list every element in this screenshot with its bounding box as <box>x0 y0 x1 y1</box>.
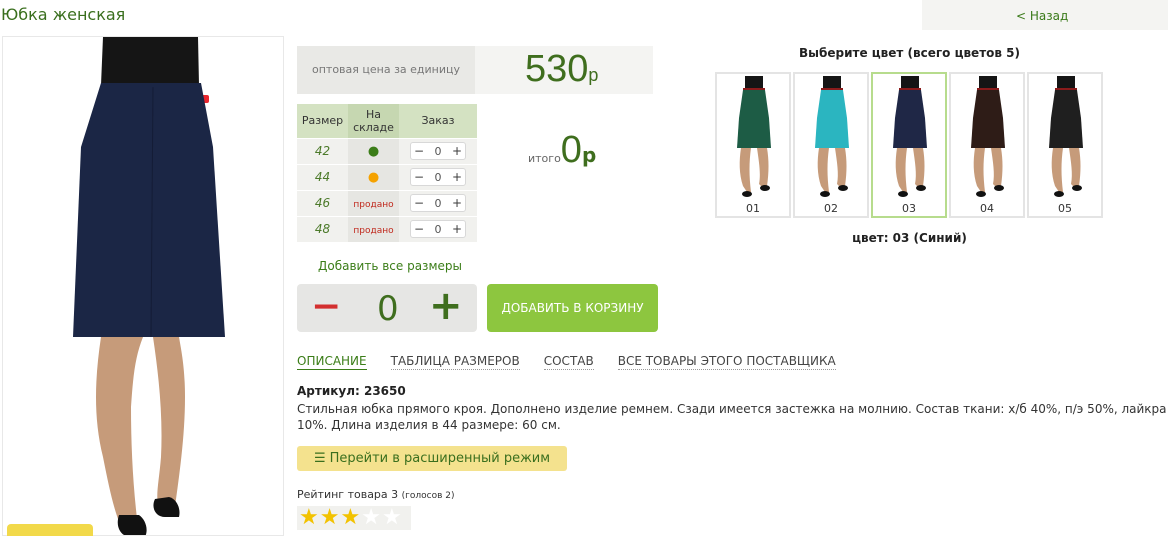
column-header-order: Заказ <box>399 104 477 138</box>
color-number: 01 <box>746 202 760 215</box>
product-photo[interactable] <box>2 36 284 536</box>
size-value: 46 <box>297 189 348 216</box>
tab-2[interactable]: СОСТАВ <box>543 354 594 370</box>
color-swatch-02[interactable]: 02 <box>793 72 869 218</box>
plus-button[interactable]: + <box>452 144 462 158</box>
sold-label: продано <box>353 225 394 236</box>
size-qty-stepper: − 0 + <box>410 168 466 186</box>
star-filled-icon[interactable]: ★ <box>340 507 360 529</box>
unit-price: 530р <box>525 48 599 90</box>
color-number: 03 <box>902 202 916 215</box>
rating-stars[interactable]: ★ ★ ★ ★ ★ <box>297 506 411 530</box>
size-qty-stepper: − 0 + <box>410 194 466 212</box>
color-heading: Выберите цвет (всего цветов 5) <box>799 46 1020 60</box>
order-cell: − 0 + <box>399 189 477 216</box>
rating-label: Рейтинг товара 3 (голосов 2) <box>297 488 455 501</box>
product-description: Стильная юбка прямого кроя. Дополнено из… <box>297 402 1167 432</box>
plus-button[interactable]: + <box>452 170 462 184</box>
stock-cell: ● <box>348 137 399 164</box>
size-qty-value[interactable]: 0 <box>435 197 442 210</box>
article-number: Артикул: 23650 <box>297 384 406 398</box>
column-header-stock: На складе <box>348 104 399 138</box>
skirt-thumbnail-image <box>1049 76 1083 197</box>
minus-button[interactable]: − <box>414 196 424 210</box>
column-header-size: Размер <box>297 104 348 138</box>
star-filled-icon[interactable]: ★ <box>320 507 340 529</box>
size-qty-value[interactable]: 0 <box>435 171 442 184</box>
plus-button[interactable]: + <box>452 196 462 210</box>
size-qty-stepper: − 0 + <box>410 220 466 239</box>
stock-cell: продано <box>348 215 399 242</box>
size-row: 42 ● − 0 + <box>297 137 477 164</box>
star-empty-icon[interactable]: ★ <box>361 507 381 529</box>
color-swatch-04[interactable]: 04 <box>949 72 1025 218</box>
stock-dot-icon: ● <box>367 143 380 159</box>
minus-button[interactable]: − <box>414 170 424 184</box>
stock-cell: ● <box>348 163 399 190</box>
photo-badge[interactable] <box>7 524 93 536</box>
order-cell: − 0 + <box>399 215 477 242</box>
minus-button[interactable]: − <box>414 222 424 236</box>
price-value-box: 530р <box>475 46 653 94</box>
description-tabs: ОПИСАНИЕ ТАБЛИЦА РАЗМЕРОВ СОСТАВ ВСЕ ТОВАРЫ… <box>297 354 836 370</box>
tab-1[interactable]: ТАБЛИЦА РАЗМЕРОВ <box>390 354 520 370</box>
skirt-thumbnail-image <box>971 76 1005 197</box>
size-row: 46 продано − 0 + <box>297 189 477 216</box>
color-swatches: 01 02 03 04 05 <box>715 72 1105 218</box>
advanced-mode-label: Перейти в расширенный режим <box>329 451 551 466</box>
page-title: Юбка женская <box>1 5 126 24</box>
color-swatch-05[interactable]: 05 <box>1027 72 1103 218</box>
price-label-box: оптовая цена за единицу <box>297 46 475 94</box>
quantity-minus-button[interactable]: − <box>311 285 341 329</box>
color-swatch-03[interactable]: 03 <box>871 72 947 218</box>
minus-button[interactable]: − <box>414 144 424 158</box>
tab-3[interactable]: ВСЕ ТОВАРЫ ЭТОГО ПОСТАВЩИКА <box>617 354 836 370</box>
plus-button[interactable]: + <box>452 222 462 236</box>
color-number: 05 <box>1058 202 1072 215</box>
add-to-cart-button[interactable]: ДОБАВИТЬ В КОРЗИНУ <box>487 284 658 332</box>
size-qty-value[interactable]: 0 <box>435 223 442 236</box>
quantity-plus-button[interactable]: + <box>429 284 463 328</box>
list-icon: ☰ <box>313 451 326 466</box>
tab-0[interactable]: ОПИСАНИЕ <box>297 354 367 370</box>
stock-dot-icon: ● <box>367 169 380 185</box>
order-cell: − 0 + <box>399 137 477 164</box>
size-value: 44 <box>297 163 348 190</box>
selected-color-label: цвет: 03 (Синий) <box>852 231 967 245</box>
size-qty-value[interactable]: 0 <box>435 145 442 158</box>
skirt-thumbnail-image <box>893 76 927 197</box>
size-order-table: Размер На складе Заказ 42 ● − 0 + 44 ● −… <box>297 104 477 242</box>
skirt-model-image <box>3 37 283 535</box>
price-label: оптовая цена за единицу <box>311 63 461 76</box>
skirt-thumbnail-image <box>737 76 771 197</box>
skirt-thumbnail-image <box>815 76 849 197</box>
order-cell: − 0 + <box>399 163 477 190</box>
stock-cell: продано <box>348 189 399 216</box>
order-total: итого0р <box>528 129 597 171</box>
size-qty-stepper: − 0 + <box>410 142 466 160</box>
star-filled-icon[interactable]: ★ <box>299 507 319 529</box>
size-value: 48 <box>297 215 348 242</box>
quantity-stepper: − 0 + <box>297 284 477 332</box>
sold-label: продано <box>353 199 394 210</box>
color-swatch-01[interactable]: 01 <box>715 72 791 218</box>
add-all-sizes-link[interactable]: Добавить все размеры <box>318 259 462 273</box>
back-link[interactable]: < Назад <box>1016 9 1068 23</box>
size-row: 44 ● − 0 + <box>297 163 477 190</box>
size-row: 48 продано − 0 + <box>297 215 477 242</box>
advanced-mode-button[interactable]: ☰ Перейти в расширенный режим <box>297 446 567 471</box>
quantity-value[interactable]: 0 <box>377 287 399 331</box>
star-empty-icon[interactable]: ★ <box>382 507 402 529</box>
color-number: 04 <box>980 202 994 215</box>
color-number: 02 <box>824 202 838 215</box>
size-value: 42 <box>297 137 348 164</box>
